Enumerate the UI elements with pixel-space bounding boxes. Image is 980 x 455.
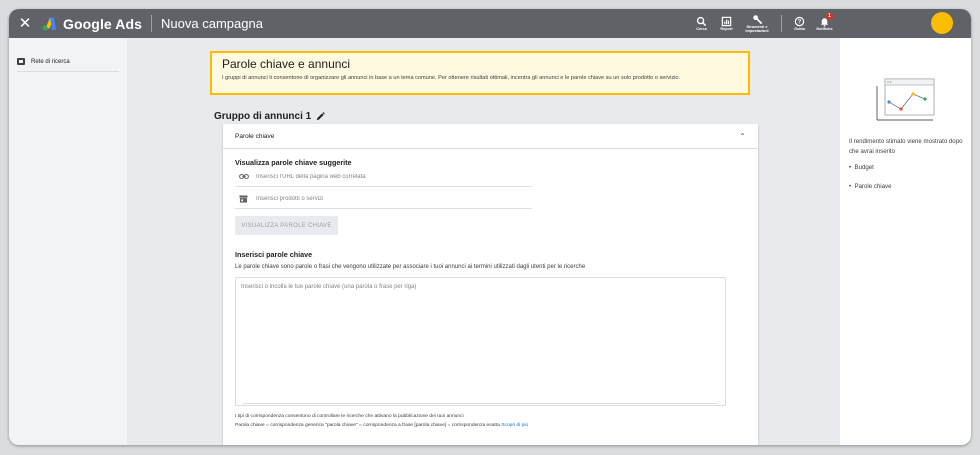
- product-input[interactable]: [256, 195, 506, 202]
- notifications-tool-label: Notifiche: [816, 27, 833, 31]
- textarea-divider: [243, 403, 718, 404]
- title-divider: [151, 15, 153, 32]
- help-tool-button[interactable]: ? Guida: [787, 16, 812, 31]
- notification-badge: 1: [826, 13, 833, 20]
- match-types-examples: Parola chiave = corrispondenza generica …: [235, 423, 528, 428]
- google-ads-logo: [42, 17, 56, 30]
- sidebar: Rete di ricerca: [9, 38, 127, 445]
- close-icon[interactable]: ✕: [9, 9, 41, 38]
- estimate-bullet-label: Parole chiave: [854, 183, 892, 190]
- keywords-card: Parole chiave ⌃ Visualizza parole chiave…: [223, 124, 758, 445]
- match-types-info: I tipi di corrispondenza consentono di c…: [235, 414, 464, 419]
- svg-text:?: ?: [798, 20, 802, 26]
- campaign-title: Nuova campagna: [161, 16, 263, 31]
- performance-chart-illustration: [876, 78, 935, 121]
- report-tool-button[interactable]: Report: [714, 16, 739, 31]
- toolbar: Cerca Report Strumenti e impostazioni ? …: [689, 9, 837, 38]
- help-tool-label: Guida: [794, 27, 805, 31]
- keywords-card-title: Parole chiave: [235, 132, 275, 140]
- avatar[interactable]: [931, 12, 953, 34]
- estimate-bullet-budget: • Budget: [849, 164, 874, 171]
- estimate-bullet-keywords: • Parole chiave: [849, 183, 892, 190]
- tools-settings-button[interactable]: Strumenti e impostazioni: [739, 14, 775, 33]
- app-window: ✕ Google Ads Nuova campagna Cerca Report…: [9, 9, 971, 445]
- help-icon: ?: [794, 16, 805, 27]
- url-field[interactable]: [235, 167, 532, 187]
- search-icon: [696, 16, 707, 27]
- keywords-card-header[interactable]: Parole chiave ⌃: [223, 124, 758, 149]
- sidebar-item-label: Rete di ricerca: [31, 58, 70, 65]
- brand-name: Google Ads: [63, 15, 143, 32]
- notifications-tool-button[interactable]: 1 Notifiche: [812, 13, 837, 31]
- search-network-icon: [17, 58, 25, 65]
- learn-more-link[interactable]: Scopri di più: [501, 423, 528, 428]
- show-keywords-button[interactable]: VISUALIZZA PAROLE CHIAVE: [235, 216, 338, 235]
- ad-group-title: Gruppo di annunci 1: [214, 111, 326, 122]
- estimate-text: Il rendimento stimato viene mostrato dop…: [849, 138, 963, 155]
- store-icon: [238, 194, 249, 203]
- match-examples-text: Parola chiave = corrispondenza generica …: [235, 423, 500, 428]
- report-tool-label: Report: [720, 27, 733, 31]
- estimate-bullet-label: Budget: [854, 164, 874, 171]
- ad-group-name: Gruppo di annunci 1: [214, 111, 312, 122]
- top-bar: ✕ Google Ads Nuova campagna Cerca Report…: [9, 9, 971, 38]
- enter-keywords-title: Inserisci parole chiave: [235, 250, 313, 259]
- report-icon: [721, 16, 732, 27]
- enter-keywords-description: Le parole chiave sono parole o frasi che…: [235, 264, 586, 270]
- wrench-icon: [752, 15, 762, 25]
- suggest-keywords-title: Visualizza parole chiave suggerite: [235, 158, 352, 167]
- estimate-panel: Il rendimento stimato viene mostrato dop…: [840, 38, 971, 445]
- sidebar-item-search-network[interactable]: Rete di ricerca: [17, 52, 119, 72]
- main-content: Parole chiave e annunci I gruppi di annu…: [127, 38, 840, 445]
- toolbar-divider: [781, 15, 782, 32]
- product-field[interactable]: [235, 189, 532, 209]
- link-icon: [238, 174, 249, 179]
- url-input[interactable]: [256, 173, 506, 180]
- intro-description: I gruppi di annunci ti consentono di org…: [222, 75, 681, 81]
- keywords-textarea[interactable]: [235, 277, 726, 406]
- chevron-up-icon[interactable]: ⌃: [739, 132, 746, 141]
- edit-pencil-icon[interactable]: [316, 112, 326, 121]
- search-tool-label: Cerca: [696, 27, 707, 31]
- tools-settings-label: Strumenti e impostazioni: [745, 25, 769, 33]
- search-tool-button[interactable]: Cerca: [689, 16, 714, 31]
- page-title: Parole chiave e annunci: [222, 57, 351, 71]
- intro-highlight-box: Parole chiave e annunci I gruppi di annu…: [210, 51, 750, 95]
